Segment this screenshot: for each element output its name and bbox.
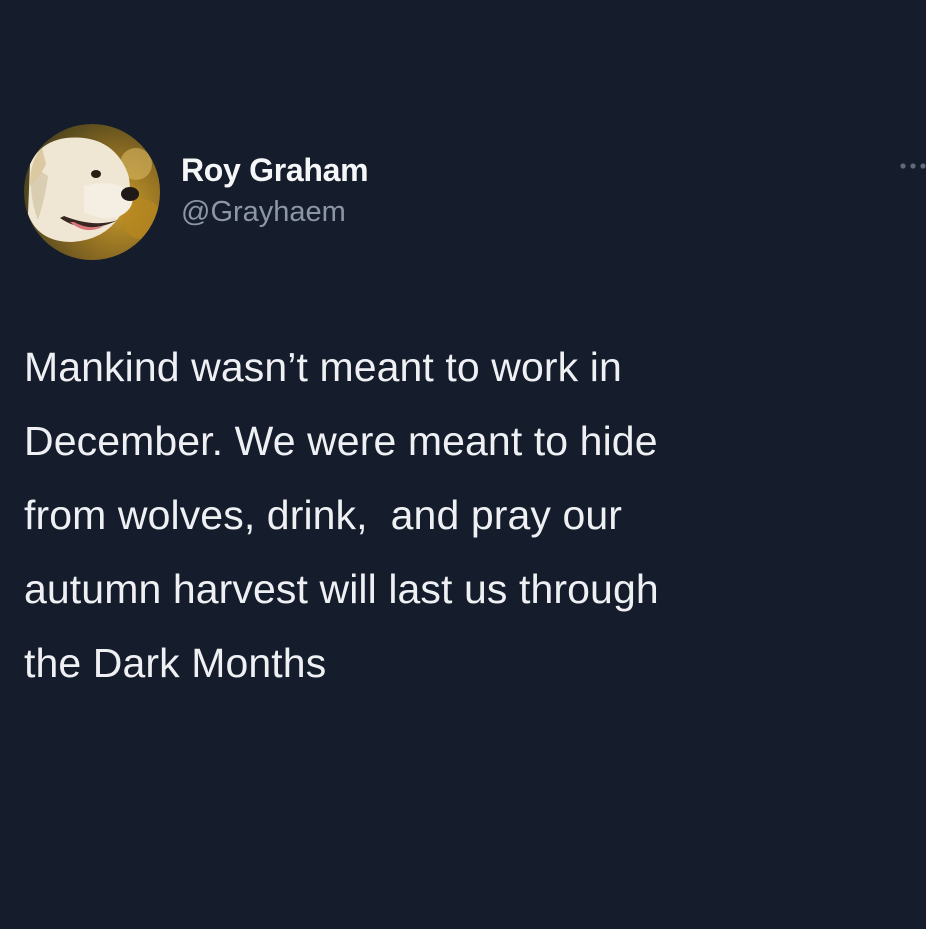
avatar[interactable] (24, 124, 160, 260)
more-dots-icon (900, 163, 926, 169)
more-options-button[interactable] (896, 150, 926, 180)
author-handle[interactable]: @Grayhaem (181, 196, 346, 229)
golden-retriever-avatar-icon (24, 124, 160, 260)
author-display-name[interactable]: Roy Graham (181, 152, 369, 189)
tweet-card: Roy Graham @Grayhaem Mankind wasn’t mean… (0, 0, 926, 929)
tweet-text: Mankind wasn’t meant to work in December… (24, 344, 659, 686)
